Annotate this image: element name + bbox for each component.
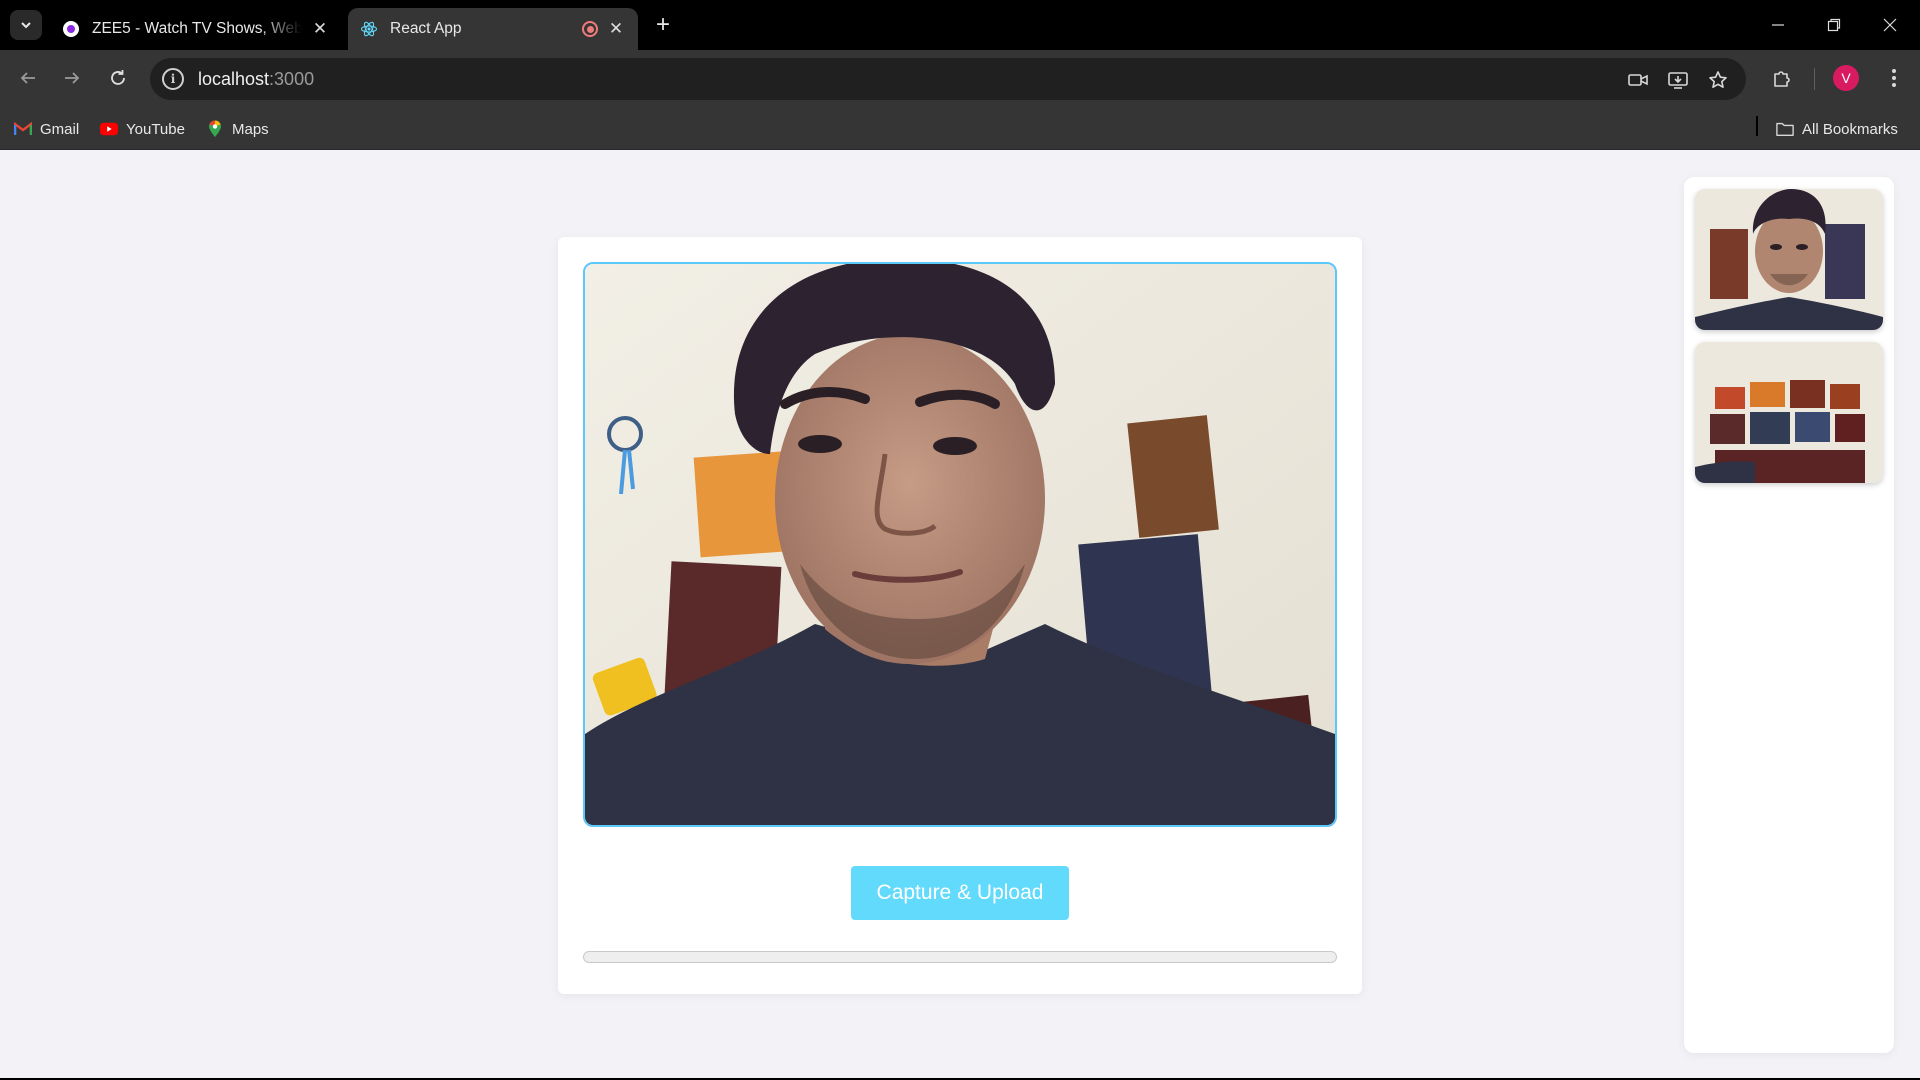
puzzle-icon (1774, 71, 1790, 87)
all-bookmarks-button[interactable]: All Bookmarks (1776, 116, 1898, 142)
bookmarks-divider (1756, 116, 1758, 136)
bookmark-gmail[interactable]: Gmail (14, 116, 79, 142)
menu-button[interactable] (1878, 62, 1910, 94)
install-app-icon[interactable] (1666, 68, 1690, 92)
url-text: localhost:3000 (198, 69, 314, 90)
bookmarks-bar: Gmail YouTube Maps All Bookmarks (0, 108, 1920, 150)
bookmark-star-icon[interactable] (1706, 68, 1730, 92)
address-bar[interactable]: i localhost:3000 (150, 58, 1746, 100)
tab-strip: ZEE5 - Watch TV Shows, Web Series ✕ Reac… (0, 0, 1920, 50)
react-favicon-icon (360, 20, 378, 38)
toolbar-divider (1814, 68, 1815, 90)
profile-avatar[interactable]: V (1833, 65, 1859, 91)
tab-title: ZEE5 - Watch TV Shows, Web Series (92, 20, 302, 37)
tab-zee5[interactable]: ZEE5 - Watch TV Shows, Web Series ✕ (50, 8, 342, 50)
site-info-icon[interactable]: i (162, 68, 184, 90)
url-host: localhost (198, 68, 270, 89)
more-vertical-icon (1892, 69, 1896, 87)
close-tab-icon[interactable]: ✕ (310, 19, 330, 39)
folder-icon (1776, 120, 1794, 138)
webcam-video-feed (583, 262, 1337, 827)
reload-button[interactable] (102, 62, 134, 94)
capture-card: Capture & Upload (558, 237, 1362, 994)
all-bookmarks-label: All Bookmarks (1802, 120, 1898, 138)
photo-thumbnail[interactable] (1695, 342, 1883, 483)
arrow-left-icon (20, 72, 35, 84)
arrow-right-icon (65, 72, 80, 84)
url-port: :3000 (269, 68, 315, 89)
maps-icon (206, 120, 224, 138)
upload-progress-bar (583, 951, 1337, 963)
restore-icon (1827, 18, 1841, 32)
recording-indicator-icon (582, 21, 598, 37)
bookmark-maps[interactable]: Maps (206, 116, 269, 142)
photo-thumbnail[interactable] (1695, 189, 1883, 330)
tab-title: React App (390, 20, 462, 37)
forward-button[interactable] (56, 62, 88, 94)
reload-icon (111, 70, 125, 85)
tab-search-button[interactable] (10, 10, 42, 40)
back-button[interactable] (12, 62, 44, 94)
bookmark-label: Maps (232, 120, 269, 138)
youtube-icon (100, 120, 118, 138)
tab-react-app[interactable]: React App ✕ (348, 8, 638, 50)
close-icon (1883, 18, 1897, 32)
photo-thumbnail-face (1695, 189, 1883, 330)
captured-photos-sidebar (1684, 177, 1894, 1053)
gmail-icon (14, 120, 32, 138)
bookmark-youtube[interactable]: YouTube (100, 116, 185, 142)
camera-in-use-icon[interactable] (1626, 68, 1650, 92)
browser-toolbar: i localhost:3000 V (0, 50, 1920, 108)
restore-button[interactable] (1806, 0, 1862, 50)
bookmark-label: YouTube (126, 120, 185, 138)
photo-thumbnail-wall (1695, 342, 1883, 483)
minimize-icon (1772, 24, 1784, 26)
capture-upload-button[interactable]: Capture & Upload (851, 866, 1069, 920)
bookmark-label: Gmail (40, 120, 80, 138)
zee5-favicon-icon (62, 20, 80, 38)
close-window-button[interactable] (1862, 0, 1918, 50)
extensions-button[interactable] (1766, 62, 1798, 94)
close-tab-icon[interactable]: ✕ (606, 19, 626, 39)
chevron-down-icon (21, 22, 31, 29)
new-tab-button[interactable]: + (650, 11, 676, 38)
minimize-button[interactable] (1750, 0, 1806, 50)
webcam-frame-illustration (585, 264, 1335, 825)
